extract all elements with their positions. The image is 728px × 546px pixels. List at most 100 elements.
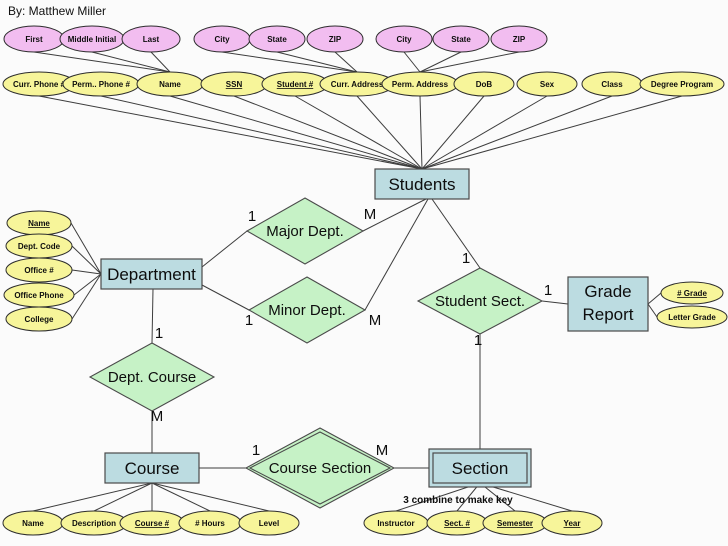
relationship-student_sect[interactable]: Student Sect.: [416, 267, 544, 335]
relationship-label: Course Section: [269, 460, 372, 477]
cardinality-course-section-right: M: [376, 442, 389, 459]
entity-label: Students: [388, 175, 455, 194]
edge-num_grade-to-grade-report: [647, 292, 662, 305]
relationship-label: Dept. Course: [108, 369, 196, 386]
relationship-label: Minor Dept.: [268, 302, 346, 319]
cardinality-minor-dept-left: 1: [245, 312, 253, 329]
cardinality-dept-course-bot: M: [151, 408, 164, 425]
edge-class-to-students: [421, 95, 613, 170]
attribute-description[interactable]: Description: [60, 510, 128, 536]
attribute-label: Class: [601, 80, 623, 89]
attribute-label: ZIP: [329, 35, 342, 44]
attribute-office_phone[interactable]: Office Phone: [3, 282, 75, 308]
edge-office_num-to-department: [71, 269, 102, 275]
attribute-label: Instructor: [377, 519, 414, 528]
attribute-label: SSN: [226, 80, 243, 89]
attribute-label: Office Phone: [14, 291, 64, 300]
attribute-course_name[interactable]: Name: [2, 510, 64, 536]
edge-name-to-students: [169, 95, 423, 170]
attribute-label: Name: [22, 519, 44, 528]
composite-attribute-city_perm[interactable]: City: [375, 25, 433, 53]
relationship-course_section[interactable]: Course Section: [244, 427, 396, 509]
cardinality-course-section-left: 1: [252, 442, 260, 459]
entity-department[interactable]: Department: [100, 258, 203, 290]
entity-section[interactable]: Section: [428, 448, 532, 488]
attribute-dob[interactable]: DoB: [453, 71, 515, 97]
attribute-label: Description: [72, 519, 116, 528]
attribute-dept_name[interactable]: Name: [6, 210, 72, 236]
attribute-name[interactable]: Name: [136, 71, 204, 97]
attribute-label: # Hours: [195, 519, 225, 528]
attribute-label: Last: [143, 35, 160, 44]
attribute-sect_num[interactable]: Sect. #: [426, 510, 488, 536]
edge-num_hours-to-course: [151, 482, 211, 512]
attribute-degree_program[interactable]: Degree Program: [639, 71, 725, 97]
attribute-letter_grade[interactable]: Letter Grade: [656, 305, 728, 329]
attribute-sex[interactable]: Sex: [516, 71, 578, 97]
attribute-label: Curr. Address: [331, 80, 384, 89]
attribute-label: Degree Program: [651, 80, 713, 89]
composite-attribute-state_curr[interactable]: State: [248, 25, 306, 53]
attribute-dept_code[interactable]: Dept. Code: [5, 233, 73, 259]
attribute-student_num[interactable]: Student #: [261, 71, 329, 97]
composite-attribute-zip_curr[interactable]: ZIP: [306, 25, 364, 53]
composite-attribute-zip_perm[interactable]: ZIP: [490, 25, 548, 53]
edge-office_phone-to-department: [73, 273, 102, 296]
relationship-label: Student Sect.: [435, 293, 525, 310]
attribute-course_num[interactable]: Course #: [119, 510, 185, 536]
attribute-label: Semester: [497, 519, 533, 528]
attribute-num_hours[interactable]: # Hours: [178, 510, 242, 536]
attribute-semester[interactable]: Semester: [482, 510, 548, 536]
attribute-perm_address[interactable]: Perm. Address: [381, 71, 459, 97]
attribute-label: Letter Grade: [668, 313, 716, 322]
attribute-perm_phone[interactable]: Perm.. Phone #: [62, 71, 140, 97]
attribute-instructor[interactable]: Instructor: [363, 510, 429, 536]
er-diagram-svg: First Middle Initial Last City State ZIP City S…: [2, 25, 728, 536]
cardinality-student-sect-right: 1: [544, 282, 552, 299]
composite-attribute-middle_initial[interactable]: Middle Initial: [59, 25, 125, 53]
attribute-label: # Grade: [677, 289, 707, 298]
entity-grade_report[interactable]: Grade Report: [567, 276, 649, 332]
edge-college-to-department: [71, 273, 102, 320]
attribute-office_num[interactable]: Office #: [5, 257, 73, 283]
composite-attribute-last[interactable]: Last: [121, 25, 181, 53]
attribute-label: Middle Initial: [68, 35, 116, 44]
entity-course[interactable]: Course: [104, 452, 200, 484]
attribute-class[interactable]: Class: [581, 71, 643, 97]
relationship-minor_dept[interactable]: Minor Dept.: [247, 276, 367, 344]
node-layer: First Middle Initial Last City State ZIP City S…: [2, 25, 728, 536]
attribute-level[interactable]: Level: [238, 510, 300, 536]
cardinality-major-dept-left: 1: [248, 208, 256, 225]
attribute-label: Name: [28, 219, 50, 228]
attribute-num_grade[interactable]: # Grade: [660, 281, 724, 305]
cardinality-dept-course-top: 1: [155, 325, 163, 342]
edge-department-minor-dept: [201, 284, 250, 311]
relationship-major_dept[interactable]: Major Dept.: [245, 197, 365, 265]
relationship-dept_course[interactable]: Dept. Course: [88, 342, 216, 412]
attribute-label: State: [451, 35, 471, 44]
entity-label: Department: [107, 265, 196, 284]
edge-department-major-dept: [201, 230, 248, 268]
edge-student-sect-grade-report: [541, 300, 569, 305]
edge-state_perm-to-perm_address: [419, 51, 462, 73]
attribute-label: First: [25, 35, 43, 44]
edge-city_perm-to-perm_address: [403, 51, 421, 73]
cardinality-student-sect-top: 1: [462, 250, 470, 267]
composite-attribute-first[interactable]: First: [3, 25, 65, 53]
attribute-year[interactable]: Year: [541, 510, 603, 536]
note-key-note: 3 combine to make key: [403, 495, 513, 506]
edge-zip_perm-to-perm_address: [419, 51, 520, 73]
composite-attribute-city_curr[interactable]: City: [193, 25, 251, 53]
edge-sex-to-students: [421, 95, 548, 170]
cardinality-student-sect-bot: 1: [474, 332, 482, 349]
attribute-ssn[interactable]: SSN: [200, 71, 268, 97]
attribute-label: Student #: [277, 80, 314, 89]
composite-attribute-state_perm[interactable]: State: [432, 25, 490, 53]
entity-students[interactable]: Students: [374, 168, 470, 200]
edge-letter_grade-to-grade-report: [647, 303, 658, 318]
attribute-college[interactable]: College: [5, 306, 73, 332]
edge-curr_phone-to-students: [38, 95, 423, 170]
attribute-label: Sex: [540, 80, 555, 89]
edge-dept_name-to-department: [70, 222, 102, 275]
attribute-label: Perm. Address: [392, 80, 449, 89]
